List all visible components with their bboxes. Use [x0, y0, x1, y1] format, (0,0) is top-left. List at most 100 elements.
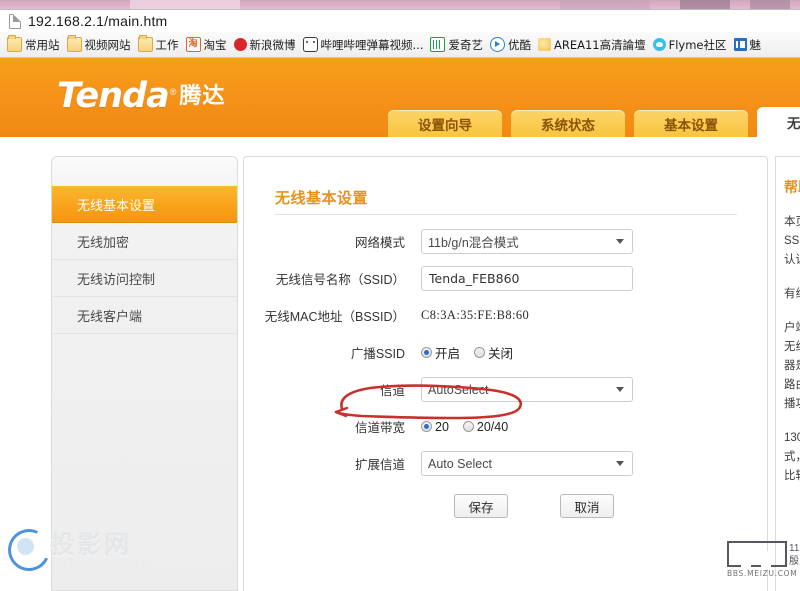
bookmark-label: Flyme社区 — [669, 37, 727, 53]
address-bar[interactable]: 192.168.2.1/main.htm — [0, 9, 800, 33]
extension-channel-value: Auto Select — [428, 457, 492, 471]
sidebar-item-label: 无线基本设置 — [77, 195, 155, 214]
bookmark-item-area11[interactable]: AREA11高清論壇 — [538, 37, 646, 53]
form-row-broadcast-ssid: 广播SSID 开启 关闭 — [244, 336, 769, 369]
youku-icon — [490, 37, 505, 52]
form-row-ssid: 无线信号名称（SSID） Tenda_FEB860 — [244, 262, 769, 295]
channel-select[interactable]: AutoSelect — [421, 377, 633, 402]
sidebar-item-wireless-basic[interactable]: 无线基本设置 — [52, 186, 237, 223]
form-row-bssid: 无线MAC地址（BSSID） C8:3A:35:FE:B8:60 — [244, 299, 769, 332]
help-paragraph: 1300 式， 比较 — [784, 429, 800, 486]
label-extension-channel: 扩展信道 — [244, 454, 421, 473]
form-actions: 保存 取消 — [244, 494, 769, 518]
bookmark-item-weibo[interactable]: 新浪微博 — [234, 37, 296, 53]
page-body: 无线基本设置 无线加密 无线访问控制 无线客户端 无线基本设置 网络模式 — [0, 137, 800, 591]
form-row-channel: 信道 AutoSelect — [244, 373, 769, 406]
channel-bandwidth-option-20-40[interactable]: 20/40 — [463, 420, 508, 434]
bookmarks-bar[interactable]: 常用站 视频网站 工作 淘 淘宝 新浪微博 哔哩哔哩弹幕视频... 爱奇艺 优酷 — [0, 32, 800, 58]
broadcast-ssid-option-on[interactable]: 开启 — [421, 343, 460, 362]
form-row-channel-bandwidth: 信道带宽 20 20/40 — [244, 410, 769, 443]
sidebar-item-label: 无线访问控制 — [77, 269, 155, 288]
flyme-icon — [653, 38, 666, 51]
bookmark-label: 常用站 — [25, 37, 60, 53]
tab-system-status[interactable]: 系统状态 — [511, 110, 625, 137]
cancel-button[interactable]: 取消 — [560, 494, 614, 518]
label-channel: 信道 — [244, 380, 421, 399]
sidebar-item-label: 无线加密 — [77, 232, 129, 251]
bookmark-label: 爱奇艺 — [448, 37, 483, 53]
page-title: 无线基本设置 — [275, 187, 368, 208]
bookmark-item-gongzuo[interactable]: 工作 — [138, 37, 179, 53]
wireless-basic-form: 网络模式 11b/g/n混合模式 无线信号名称（SSID） Tenda_FEB8… — [244, 225, 769, 518]
main-nav-tabs[interactable]: 设置向导 系统状态 基本设置 无线设置 行 — [388, 107, 800, 137]
bookmark-label: 魅 — [750, 37, 762, 53]
bookmark-item-bilibili[interactable]: 哔哩哔哩弹幕视频... — [303, 37, 424, 53]
bookmark-label: 视频网站 — [85, 37, 131, 53]
label-channel-bandwidth: 信道带宽 — [244, 417, 421, 436]
bookmark-label: AREA11高清論壇 — [554, 37, 646, 53]
radio-selected-icon[interactable] — [421, 347, 432, 358]
watermark-meizu-domain: BBS.MEIZU.COM — [727, 569, 797, 578]
tab-wireless-settings[interactable]: 无线设置 — [757, 107, 800, 137]
content-panel: 无线基本设置 网络模式 11b/g/n混合模式 无线信号名称（SSID） — [243, 156, 768, 591]
bookmark-label: 哔哩哔哩弹幕视频... — [321, 37, 424, 53]
network-mode-value: 11b/g/n混合模式 — [428, 232, 519, 251]
registered-mark-icon: ® — [170, 87, 177, 97]
help-paragraph: 有线 — [784, 285, 800, 304]
radio-icon[interactable] — [474, 347, 485, 358]
meizu-icon — [734, 38, 747, 51]
bilibili-icon — [303, 37, 318, 52]
help-paragraph: 户端 无线 器是 路由 播功 — [784, 319, 800, 414]
radio-icon[interactable] — [463, 421, 474, 432]
bookmark-item-shipinwangzhan[interactable]: 视频网站 — [67, 37, 131, 53]
area11-icon — [538, 38, 551, 51]
address-bar-url[interactable]: 192.168.2.1/main.htm — [28, 13, 167, 29]
sidebar-item-label: 无线客户端 — [77, 306, 142, 325]
bookmark-label: 新浪微博 — [250, 37, 296, 53]
extension-channel-select[interactable]: Auto Select — [421, 451, 633, 476]
tab-basic-settings[interactable]: 基本设置 — [634, 110, 748, 137]
help-title: 帮助 — [784, 177, 800, 197]
router-admin-page: Tenda ® 腾达 设置向导 系统状态 基本设置 无线设置 行 无线基本设置 … — [0, 58, 800, 591]
sidebar-item-wireless-access-control[interactable]: 无线访问控制 — [52, 260, 237, 297]
meizu-logo-icon — [727, 541, 787, 567]
bookmark-item-youku[interactable]: 优酷 — [490, 37, 531, 53]
watermark-youying: 投影网 YOUYING.COM — [6, 524, 156, 572]
broadcast-ssid-option-off[interactable]: 关闭 — [474, 343, 513, 362]
tab-setup-wizard[interactable]: 设置向导 — [388, 110, 502, 137]
chevron-down-icon — [616, 387, 624, 392]
watermark-youying-domain: YOUYING.COM — [52, 559, 153, 568]
watermark-meizu: BBS.MEIZU.COM 11 殷 — [727, 541, 795, 585]
sidebar-item-wireless-clients[interactable]: 无线客户端 — [52, 297, 237, 334]
label-bssid: 无线MAC地址（BSSID） — [244, 306, 421, 325]
bookmark-item-flyme[interactable]: Flyme社区 — [653, 37, 727, 53]
save-button[interactable]: 保存 — [454, 494, 508, 518]
iqiyi-icon — [430, 37, 445, 52]
bookmark-item-meizu[interactable]: 魅 — [734, 37, 762, 53]
logo-chinese: 腾达 — [179, 78, 225, 110]
broadcast-ssid-radio-group[interactable]: 开启 关闭 — [421, 343, 513, 362]
chevron-down-icon — [616, 239, 624, 244]
label-network-mode: 网络模式 — [244, 232, 421, 251]
watermark-youying-chinese: 投影网 — [50, 532, 131, 559]
weibo-icon — [234, 38, 247, 51]
sidebar-item-wireless-encryption[interactable]: 无线加密 — [52, 223, 237, 260]
bssid-value: C8:3A:35:FE:B8:60 — [421, 308, 529, 323]
bookmark-label: 淘宝 — [204, 37, 227, 53]
bookmark-item-iqiyi[interactable]: 爱奇艺 — [430, 37, 483, 53]
page-header: Tenda ® 腾达 设置向导 系统状态 基本设置 无线设置 行 — [0, 58, 800, 137]
channel-bandwidth-option-20[interactable]: 20 — [421, 420, 449, 434]
radio-selected-icon[interactable] — [421, 421, 432, 432]
bookmark-item-taobao[interactable]: 淘 淘宝 — [186, 37, 227, 53]
radio-label: 20 — [435, 420, 449, 434]
ssid-value: Tenda_FEB860 — [429, 271, 520, 286]
browser-chrome: 192.168.2.1/main.htm 常用站 视频网站 工作 淘 淘宝 新浪… — [0, 0, 800, 58]
tenda-logo: Tenda ® 腾达 — [57, 78, 225, 113]
channel-bandwidth-radio-group[interactable]: 20 20/40 — [421, 420, 508, 434]
channel-value: AutoSelect — [428, 383, 488, 397]
bookmark-item-changyongzhan[interactable]: 常用站 — [7, 37, 60, 53]
ssid-input[interactable]: Tenda_FEB860 — [421, 266, 633, 291]
radio-label: 开启 — [435, 343, 460, 362]
watermark-meizu-side: 11 殷 — [789, 542, 799, 568]
network-mode-select[interactable]: 11b/g/n混合模式 — [421, 229, 633, 254]
